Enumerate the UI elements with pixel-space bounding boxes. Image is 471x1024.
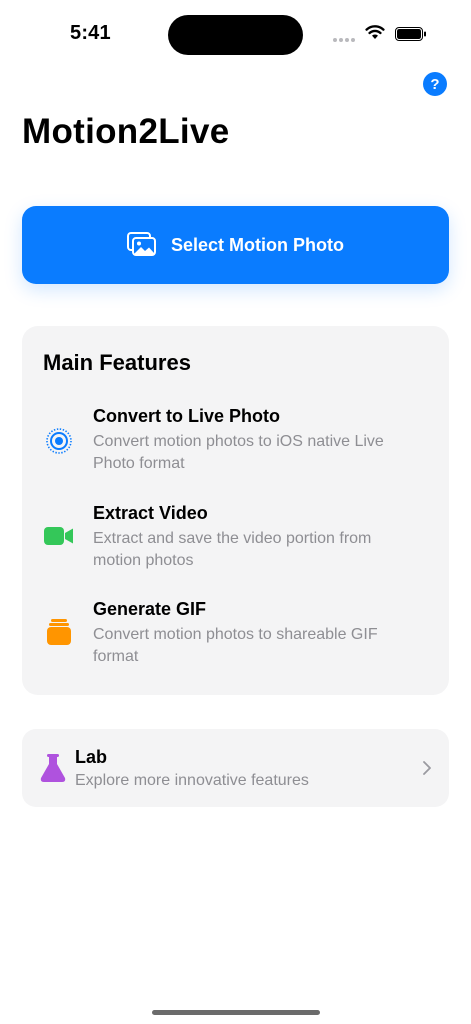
select-motion-photo-button[interactable]: Select Motion Photo: [22, 206, 449, 284]
help-button[interactable]: ?: [423, 72, 447, 96]
feature-title: Extract Video: [93, 503, 208, 523]
page-title: Motion2Live: [22, 112, 230, 151]
feature-description: Convert motion photos to shareable GIF f…: [93, 626, 378, 665]
chevron-right-icon: [423, 761, 431, 775]
status-time: 5:41: [70, 22, 111, 44]
battery-icon: [395, 27, 426, 41]
status-bar: 5:41: [0, 0, 471, 64]
video-camera-icon: [44, 521, 74, 551]
feature-description: Extract and save the video portion from …: [93, 530, 372, 569]
cellular-signal-icon: [333, 38, 355, 42]
home-indicator[interactable]: [152, 1010, 320, 1015]
main-features-card: Main Features Convert to Live Photo Conv…: [22, 326, 449, 695]
flask-icon: [40, 754, 66, 782]
stack-icon: [44, 617, 74, 647]
dynamic-island: [168, 15, 303, 55]
lab-title: Lab: [75, 747, 108, 767]
feature-description: Convert motion photos to iOS native Live…: [93, 433, 384, 472]
help-icon: ?: [430, 75, 440, 93]
wifi-icon: [365, 25, 385, 39]
lab-row[interactable]: Lab Explore more innovative features: [22, 729, 449, 807]
features-title: Main Features: [43, 350, 191, 375]
photos-icon: [127, 232, 156, 256]
select-motion-photo-label: Select Motion Photo: [171, 234, 344, 255]
feature-title: Convert to Live Photo: [93, 406, 281, 426]
lab-description: Explore more innovative features: [75, 772, 309, 789]
feature-title: Generate GIF: [93, 599, 207, 619]
live-photo-icon: [44, 426, 74, 456]
